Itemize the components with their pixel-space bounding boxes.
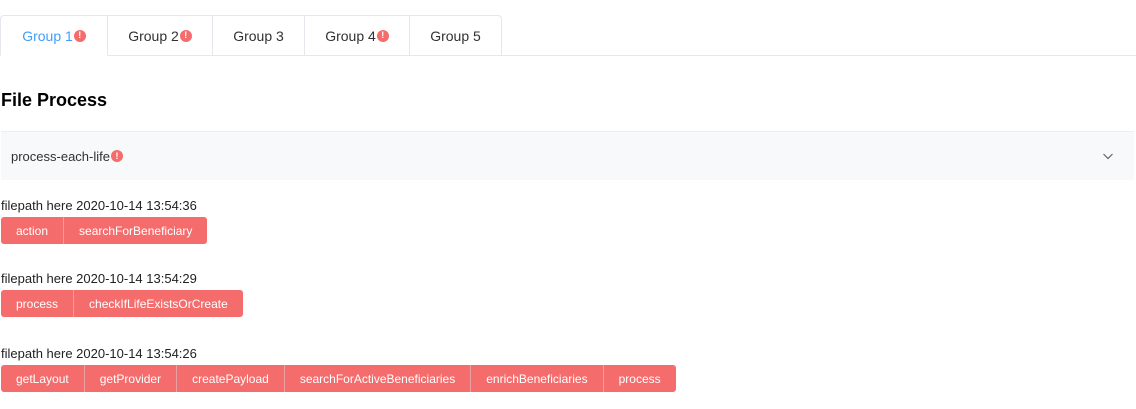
tab-bar: Group 1 ! Group 2 ! Group 3 Group 4 ! Gr… [0, 15, 1136, 56]
step-chip[interactable]: process [603, 365, 676, 392]
step-chain: process checkIfLifeExistsOrCreate [1, 290, 243, 317]
step-chip[interactable]: createPayload [177, 365, 285, 392]
tab-label: Group 3 [233, 27, 284, 44]
step-chip[interactable]: process [1, 290, 75, 317]
tab-group-3[interactable]: Group 3 [213, 15, 305, 56]
tab-label: Group 5 [430, 27, 481, 44]
step-chip[interactable]: checkIfLifeExistsOrCreate [74, 290, 243, 317]
chevron-down-icon[interactable] [1102, 150, 1114, 162]
step-chip[interactable]: searchForBeneficiary [64, 217, 208, 244]
collapse-header[interactable]: process-each-life ! [1, 131, 1134, 180]
entry-info: filepath here 2020-10-14 13:54:36 [1, 198, 197, 213]
entry-info: filepath here 2020-10-14 13:54:26 [1, 346, 197, 361]
error-icon: ! [73, 29, 86, 42]
tab-group-2[interactable]: Group 2 ! [108, 15, 213, 56]
page-title: File Process [1, 90, 108, 110]
step-chip[interactable]: action [1, 217, 65, 244]
tab-label: Group 4 [325, 27, 376, 44]
step-chip[interactable]: searchForActiveBeneficiaries [284, 365, 472, 392]
step-chip[interactable]: getProvider [84, 365, 178, 392]
step-chip[interactable]: enrichBeneficiaries [471, 365, 604, 392]
tab-group-1[interactable]: Group 1 ! [0, 15, 108, 56]
error-icon: ! [376, 29, 389, 42]
entry-info: filepath here 2020-10-14 13:54:29 [1, 271, 197, 286]
step-chain: getLayout getProvider createPayload sear… [1, 365, 676, 392]
collapse-label-text: process-each-life [11, 148, 110, 164]
error-icon: ! [179, 29, 192, 42]
tabs: Group 1 ! Group 2 ! Group 3 Group 4 ! Gr… [0, 15, 1136, 56]
collapse-title: process-each-life ! [11, 149, 123, 164]
log-entry: filepath here 2020-10-14 13:54:29 proces… [1, 271, 243, 317]
step-chip[interactable]: getLayout [1, 365, 85, 392]
log-entry: filepath here 2020-10-14 13:54:36 action… [1, 198, 208, 244]
log-entry: filepath here 2020-10-14 13:54:26 getLay… [1, 346, 676, 392]
tab-group-4[interactable]: Group 4 ! [305, 15, 410, 56]
tab-group-5[interactable]: Group 5 [410, 15, 502, 56]
step-chain: action searchForBeneficiary [1, 217, 208, 244]
page: Group 1 ! Group 2 ! Group 3 Group 4 ! Gr… [0, 0, 1136, 409]
tab-label: Group 1 [22, 27, 73, 44]
error-icon: ! [111, 150, 123, 162]
tab-label: Group 2 [128, 27, 179, 44]
